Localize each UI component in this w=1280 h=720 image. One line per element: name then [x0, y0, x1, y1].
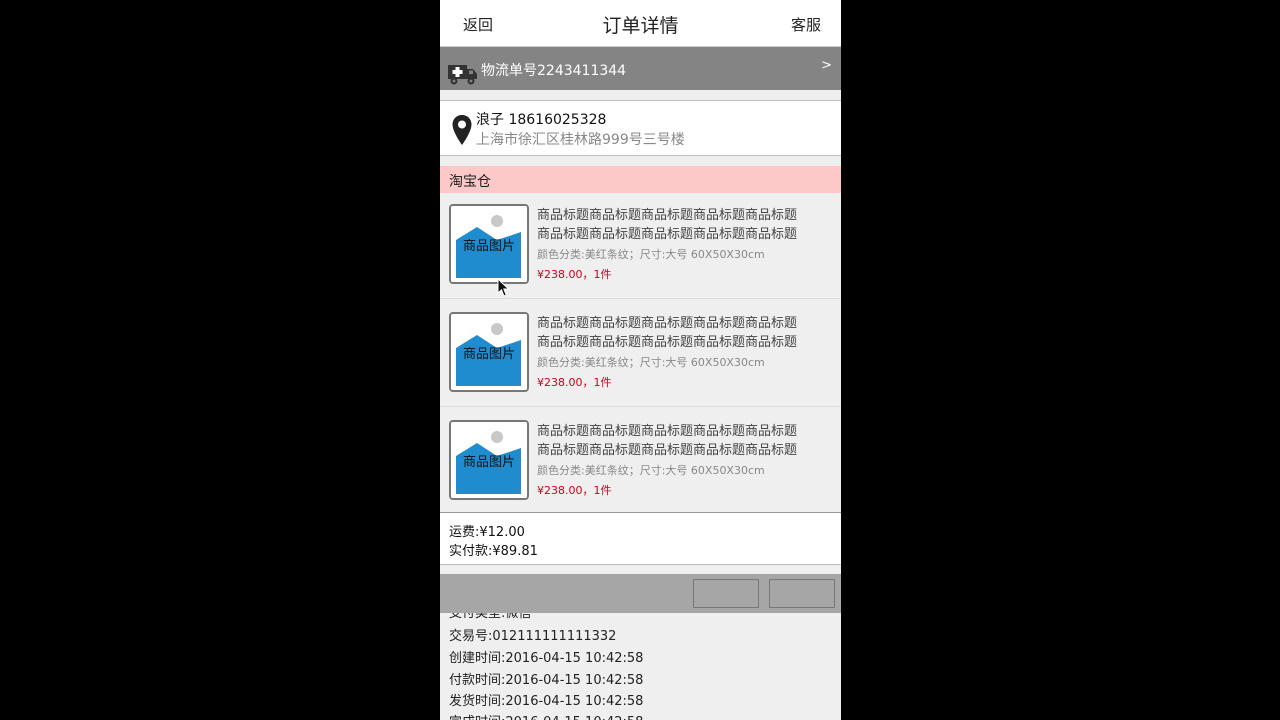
product-title-line2: 商品标题商品标题商品标题商品标题商品标题 [537, 443, 798, 458]
phone-screen: 返回 订单详情 客服 物流单号2243411344 > 浪子 186160253… [440, 0, 841, 720]
product-title-line2: 商品标题商品标题商品标题商品标题商品标题 [537, 335, 798, 350]
shipping-fee: 运费:¥12.00 [449, 525, 525, 540]
product-title-line1: 商品标题商品标题商品标题商品标题商品标题 [537, 424, 798, 439]
product-image: 商品图片 [449, 420, 529, 500]
truck-icon [448, 65, 477, 85]
customer-service-button[interactable]: 客服 [791, 14, 821, 35]
paid-time: 付款时间:2016-04-15 10:42:58 [449, 673, 644, 688]
product-title-line1: 商品标题商品标题商品标题商品标题商品标题 [537, 208, 798, 223]
product-image: 商品图片 [449, 312, 529, 392]
page-title: 订单详情 [602, 15, 679, 37]
chevron-right-icon: > [821, 58, 832, 73]
pay-type: 支付类型:微信 [449, 613, 532, 621]
created-time: 创建时间:2016-04-15 10:42:58 [449, 651, 644, 666]
paid-amount: 实付款:¥89.81 [449, 544, 538, 559]
product-spec: 颜色分类:美红条纹；尺寸:大号 60X50X30cm [537, 356, 765, 369]
product-image-label: 商品图片 [462, 239, 515, 254]
product-image-label: 商品图片 [462, 455, 515, 470]
store-header: 淘宝仓 [440, 166, 841, 193]
action-button-2[interactable] [769, 579, 835, 608]
mouse-cursor-icon [497, 278, 510, 297]
address-card: 浪子 18616025328 上海市徐汇区桂林路999号三号楼 [440, 100, 841, 156]
order-item[interactable]: 商品图片 商品标题商品标题商品标题商品标题商品标题 商品标题商品标题商品标题商品… [440, 302, 841, 407]
store-name: 淘宝仓 [449, 174, 491, 190]
product-spec: 颜色分类:美红条纹；尺寸:大号 60X50X30cm [537, 248, 765, 261]
order-details: 支付类型:微信 交易号:012111111111332 创建时间:2016-04… [440, 613, 841, 720]
product-price: ¥238.00，1件 [537, 484, 612, 497]
order-totals: 运费:¥12.00 实付款:¥89.81 [440, 512, 841, 565]
shipped-time: 发货时间:2016-04-15 10:42:58 [449, 694, 644, 709]
location-pin-icon [452, 115, 472, 145]
product-title-line1: 商品标题商品标题商品标题商品标题商品标题 [537, 316, 798, 331]
completed-time: 完成时间:2016-04-15 10:42:58 [449, 711, 643, 720]
product-spec: 颜色分类:美红条纹；尺寸:大号 60X50X30cm [537, 464, 765, 477]
product-price: ¥238.00，1件 [537, 268, 612, 281]
product-image-label: 商品图片 [462, 347, 515, 362]
order-item[interactable]: 商品图片 商品标题商品标题商品标题商品标题商品标题 商品标题商品标题商品标题商品… [440, 410, 841, 515]
recipient-address: 上海市徐汇区桂林路999号三号楼 [476, 132, 685, 148]
action-bar [440, 574, 841, 613]
tracking-number: 物流单号2243411344 [481, 63, 627, 79]
product-title-line2: 商品标题商品标题商品标题商品标题商品标题 [537, 227, 798, 242]
action-button-1[interactable] [693, 579, 759, 608]
logistics-bar[interactable]: 物流单号2243411344 > [440, 47, 841, 90]
recipient-name-phone: 浪子 18616025328 [476, 112, 607, 128]
trade-number: 交易号:012111111111332 [449, 629, 617, 644]
product-image: 商品图片 [449, 204, 529, 284]
nav-header: 返回 订单详情 客服 [440, 0, 841, 47]
product-price: ¥238.00，1件 [537, 376, 612, 389]
